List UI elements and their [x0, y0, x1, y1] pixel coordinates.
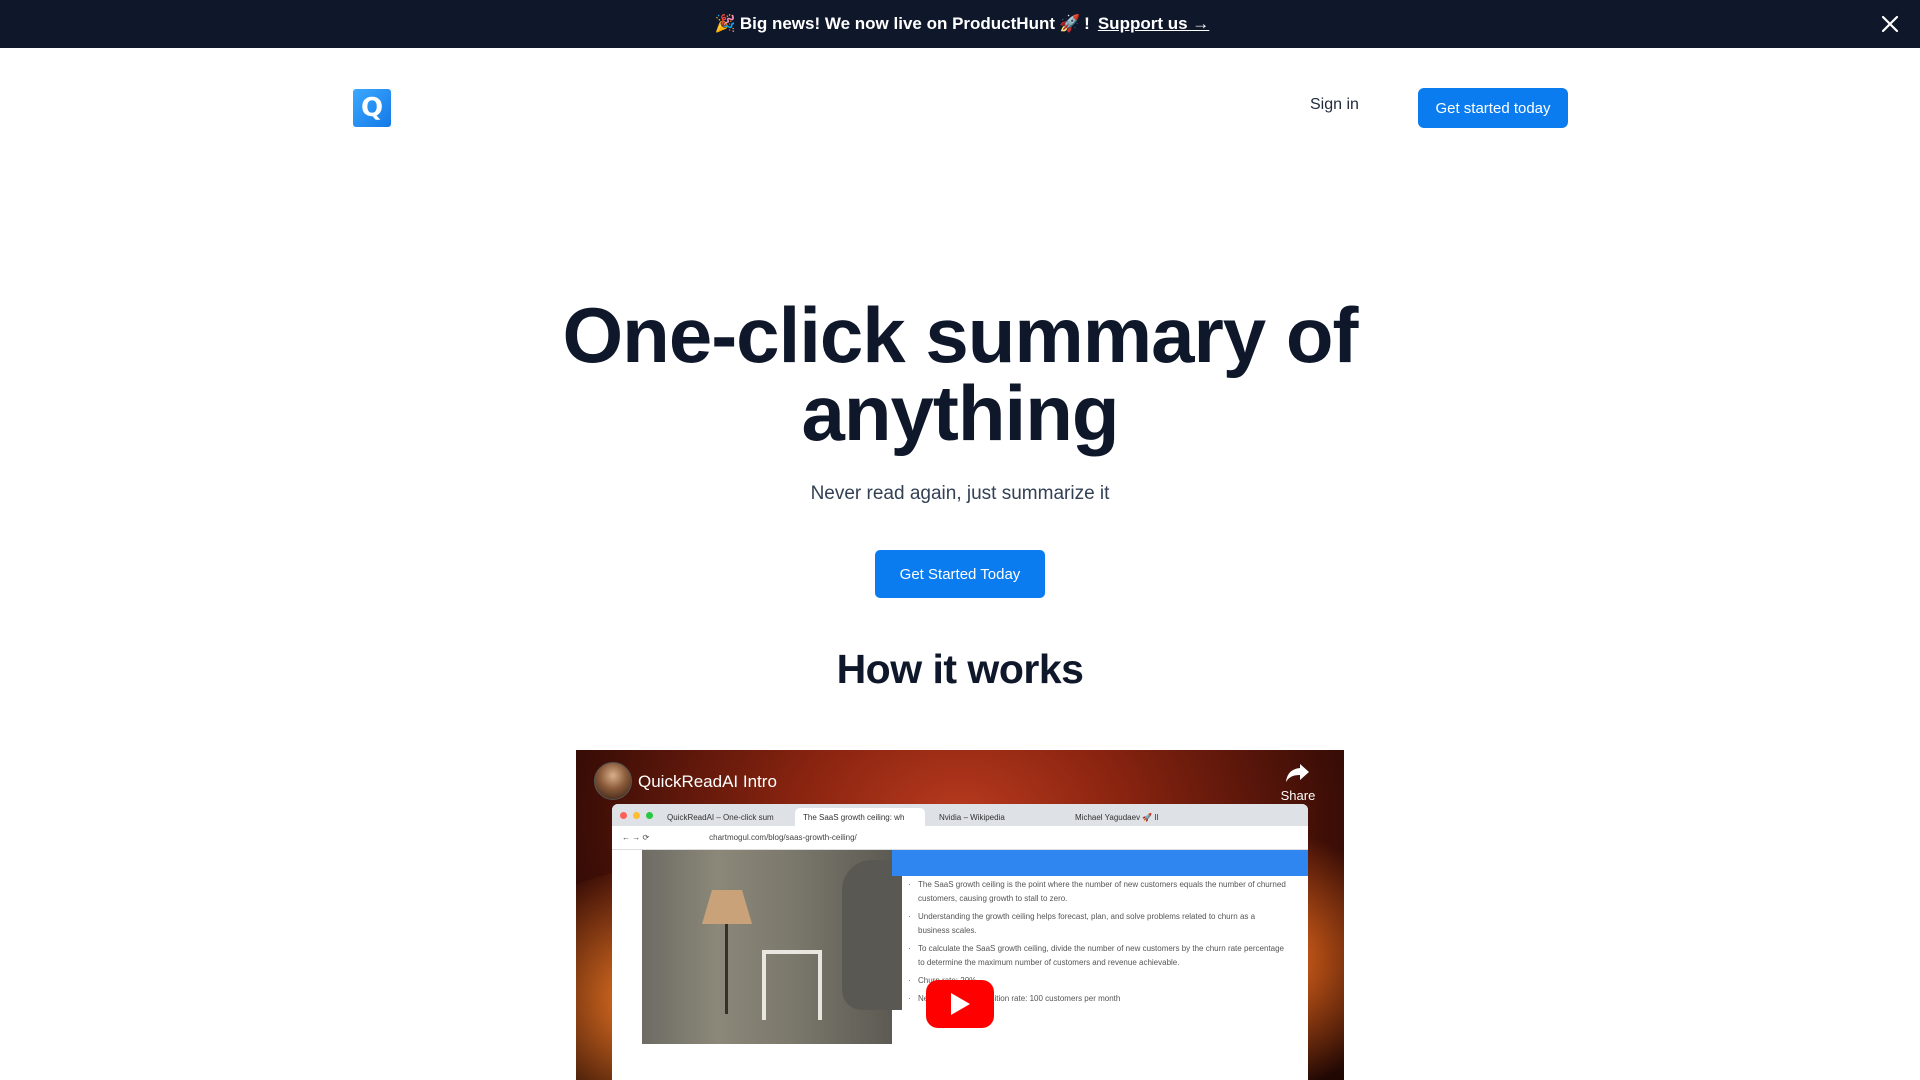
get-started-header-button[interactable]: Get started today	[1418, 88, 1568, 128]
get-started-hero-button[interactable]: Get Started Today	[875, 550, 1045, 598]
browser-url-bar: ← → ⟳ chartmogul.com/blog/saas-growth-ce…	[612, 826, 1308, 850]
play-icon	[951, 993, 970, 1015]
hero-title-line1: One-click summary of	[562, 291, 1359, 379]
summary-line: Understanding the growth ceiling helps f…	[908, 910, 1288, 938]
summary-panel-header	[892, 850, 1308, 876]
announcement-bar: 🎉 Big news! We now live on ProductHunt 🚀…	[0, 0, 1920, 48]
close-icon[interactable]	[1878, 12, 1902, 36]
how-it-works-heading: How it works	[836, 646, 1084, 692]
sign-in-link[interactable]: Sign in	[1310, 96, 1359, 114]
browser-screenshot: QuickReadAI – One-click sum The SaaS gro…	[612, 804, 1308, 1080]
elephant-shape	[842, 860, 902, 1010]
hero-title-line2: anything	[801, 369, 1120, 457]
window-close-dot	[620, 811, 627, 819]
window-maximize-dot	[646, 811, 653, 819]
browser-page: The SaaS growth ceiling is the point whe…	[612, 850, 1308, 1080]
nav-arrows-icon: ← → ⟳	[622, 833, 650, 842]
channel-avatar[interactable]	[594, 762, 632, 800]
browser-tab: Nvidia – Wikipedia	[939, 812, 1005, 822]
lamp-shape	[702, 890, 752, 924]
play-button[interactable]	[926, 980, 994, 1028]
lamp-stand-shape	[725, 924, 728, 1014]
browser-tab: The SaaS growth ceiling: wh	[795, 808, 925, 826]
window-minimize-dot	[633, 811, 640, 819]
share-label: Share	[1280, 788, 1316, 803]
share-button[interactable]: Share	[1276, 762, 1320, 803]
support-us-link[interactable]: Support us →	[1098, 14, 1209, 34]
video-title[interactable]: QuickReadAI Intro	[638, 772, 777, 792]
rocket-icon: 🚀	[1059, 14, 1081, 33]
party-popper-icon: 🎉	[714, 14, 736, 33]
video-player[interactable]: QuickReadAI Intro Share QuickReadAI – On…	[576, 750, 1344, 1080]
browser-tab: Michael Yagudaev 🚀 Il	[1075, 812, 1159, 822]
browser-tab-bar: QuickReadAI – One-click sum The SaaS gro…	[612, 804, 1308, 826]
announcement-exclaim: !	[1084, 14, 1090, 33]
hero-subtitle: Never read again, just summarize it	[810, 483, 1110, 504]
browser-url: chartmogul.com/blog/saas-growth-ceiling/	[709, 833, 857, 842]
share-icon	[1286, 764, 1309, 782]
article-image	[642, 850, 902, 1044]
logo-letter: Q	[360, 93, 384, 123]
summary-line: To calculate the SaaS growth ceiling, di…	[908, 942, 1288, 970]
announcement-text: Big news! We now live on ProductHunt	[739, 14, 1055, 33]
browser-tab: QuickReadAI – One-click sum	[667, 812, 774, 822]
chair-shape	[762, 950, 822, 1020]
summary-line: The SaaS growth ceiling is the point whe…	[908, 878, 1288, 906]
logo[interactable]: Q	[353, 89, 391, 127]
hero-title: One-click summary of anything	[460, 296, 1460, 452]
